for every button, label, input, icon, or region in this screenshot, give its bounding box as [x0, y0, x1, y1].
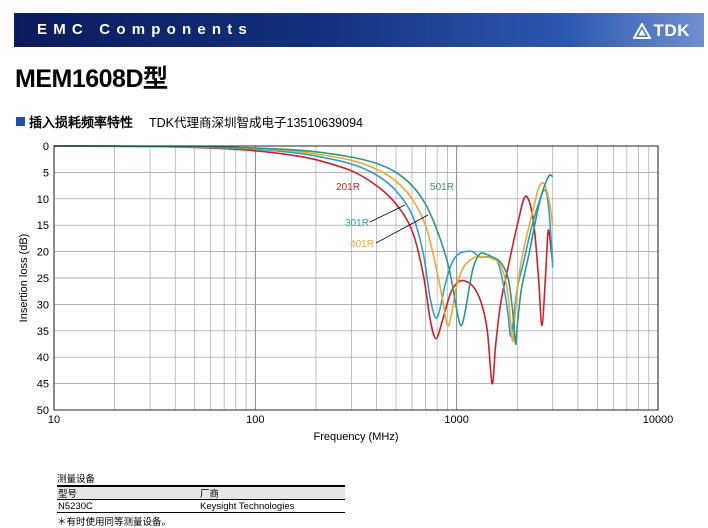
equipment-title: 测量设备	[57, 474, 96, 485]
product-title: MEM1608D型	[15, 65, 168, 93]
y-tick-label: 10	[37, 194, 49, 206]
y-tick-label: 40	[37, 352, 49, 364]
brand-name: TDK	[653, 21, 690, 40]
series-line-201r	[53, 145, 554, 385]
chart-series	[53, 145, 554, 385]
insertion-loss-chart: 0510152025303540455010 100 1000 10000 201R3…	[18, 141, 674, 443]
equipment-note: ＊有时使用同等测量设备。	[57, 517, 172, 528]
x-tick-label: 10000	[643, 414, 674, 426]
y-tick-label: 5	[43, 167, 49, 179]
brand-logo: TDK	[632, 21, 690, 41]
y-tick-label: 35	[37, 326, 49, 338]
series-labels: 201R 301R 401R 501R	[336, 182, 454, 250]
series-line-401r	[53, 145, 554, 343]
table-header-row: 型号 厂商	[57, 487, 345, 500]
x-tick-label: 100	[246, 414, 264, 426]
series-label-201r: 201R	[336, 182, 360, 193]
table-row: N5230C Keysight Technologies	[57, 500, 345, 512]
y-tick-label: 25	[37, 273, 49, 285]
section-heading: 插入损耗频率特性 TDK代理商深圳智成电子13510639094	[16, 112, 363, 130]
header-model: 型号	[58, 489, 78, 500]
x-tick-label: 10	[48, 414, 60, 426]
series-label-301r: 301R	[345, 218, 369, 229]
y-axis-label: Insertion loss (dB)	[18, 234, 30, 323]
y-tick-label: 30	[37, 299, 49, 311]
y-tick-label: 45	[37, 379, 49, 391]
cell-model: N5230C	[58, 500, 93, 512]
cell-maker: Keysight Technologies	[200, 500, 295, 512]
banner-title: EMC Components	[37, 21, 253, 38]
series-label-501r: 501R	[430, 182, 454, 193]
series-line-501r	[53, 145, 554, 346]
series-label-401r: 401R	[350, 239, 374, 250]
section-title: 插入损耗频率特性	[29, 114, 134, 130]
section-marker-icon	[16, 116, 25, 126]
y-tick-label: 20	[37, 247, 49, 259]
table-rule	[57, 512, 345, 513]
series-line-301r	[53, 145, 554, 338]
section-note: TDK代理商深圳智成电子13510639094	[149, 115, 363, 130]
header-banner: EMC Components TDK	[14, 13, 704, 47]
tdk-logo-icon	[632, 23, 651, 39]
x-tick-label: 1000	[444, 414, 468, 426]
x-axis-label: Frequency (MHz)	[314, 431, 399, 443]
leader-line-301r	[369, 204, 406, 223]
header-maker: 厂商	[200, 489, 220, 500]
y-tick-label: 0	[43, 141, 49, 153]
y-tick-label: 15	[37, 220, 49, 232]
equipment-table: 测量设备 型号 厂商 N5230C Keysight Technologies …	[57, 471, 345, 528]
